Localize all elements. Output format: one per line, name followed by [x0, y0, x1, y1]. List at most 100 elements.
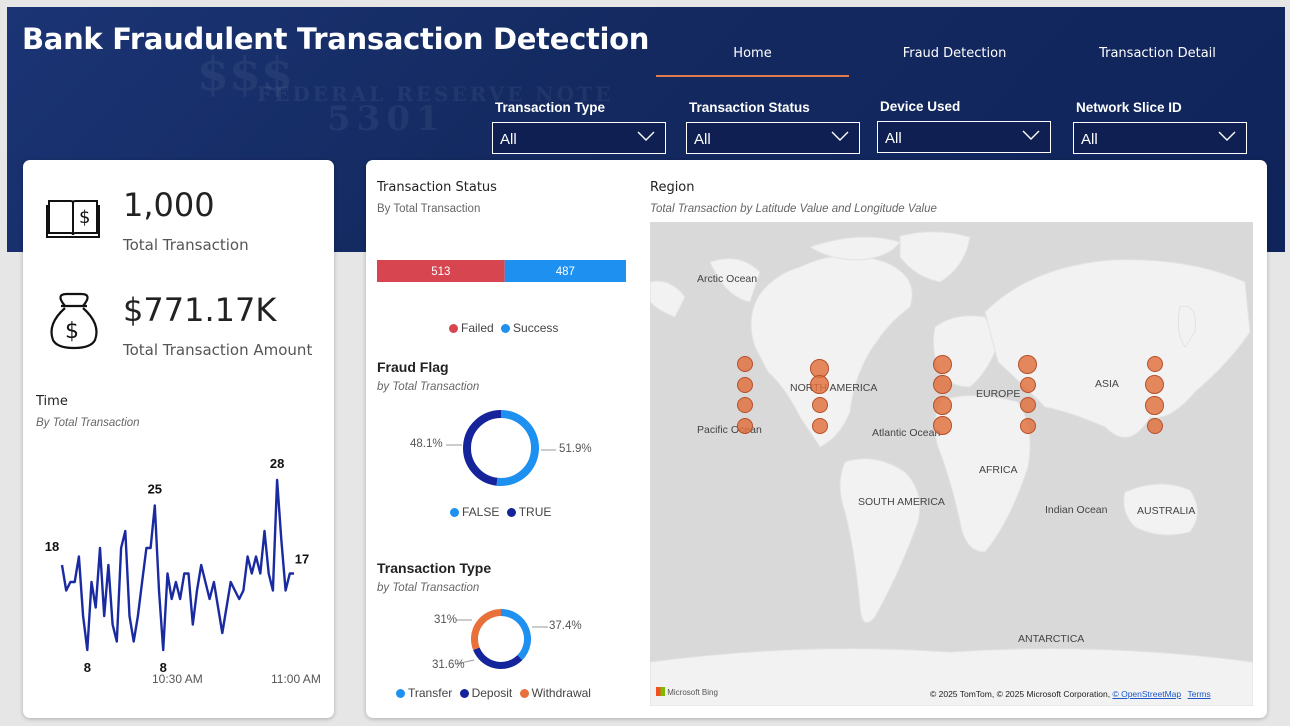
- legend-swatch: [450, 508, 459, 517]
- map-label: AUSTRALIA: [1137, 505, 1196, 517]
- filter-value: All: [500, 131, 517, 148]
- ledger-dollar-icon: $: [46, 200, 100, 238]
- filter-value: All: [885, 130, 902, 147]
- time-line-chart[interactable]: 18258 82817: [23, 450, 334, 690]
- filter-label-transaction-type: Transaction Type: [495, 100, 606, 115]
- map-bubble[interactable]: [932, 395, 952, 415]
- chevron-down-icon: [637, 131, 655, 141]
- time-chart-title: Time: [36, 394, 68, 409]
- type-label-deposit: 31.6%: [432, 659, 465, 671]
- map-label: ANTARCTICA: [1018, 633, 1085, 645]
- filter-network-slice-id[interactable]: All: [1073, 122, 1247, 154]
- map-bubble[interactable]: [811, 417, 828, 434]
- time-series-line[interactable]: [60, 478, 294, 652]
- filter-transaction-status[interactable]: All: [686, 122, 860, 154]
- banknote-watermark-serial: 5301: [327, 99, 446, 139]
- status-chart-subtitle: By Total Transaction: [377, 203, 481, 215]
- region-map-subtitle: Total Transaction by Latitude Value and …: [650, 203, 937, 215]
- region-map[interactable]: Arctic Ocean NORTH AMERICA EUROPE ASIA P…: [650, 222, 1253, 706]
- map-label: NORTH AMERICA: [790, 382, 878, 394]
- terms-link[interactable]: Terms: [1187, 689, 1210, 699]
- map-bubble[interactable]: [736, 397, 753, 414]
- chevron-down-icon: [1218, 131, 1236, 141]
- time-chart-subtitle: By Total Transaction: [36, 417, 140, 429]
- world-landmass: [650, 231, 1253, 706]
- map-bubble[interactable]: [736, 417, 753, 434]
- data-label: 18: [45, 539, 59, 554]
- map-bubble[interactable]: [1146, 417, 1163, 434]
- legend-swatch: [501, 324, 511, 333]
- tab-home[interactable]: Home: [656, 46, 849, 61]
- osm-link[interactable]: © OpenStreetMap: [1112, 689, 1181, 699]
- region-map-title: Region: [650, 180, 695, 195]
- fraud-leader-lines: [446, 444, 556, 451]
- map-bubble[interactable]: [1145, 395, 1165, 415]
- filter-label-network-slice-id: Network Slice ID: [1076, 100, 1182, 115]
- fraud-label-true: 48.1%: [410, 438, 443, 450]
- map-label: Atlantic Ocean: [872, 427, 941, 439]
- legend-true: TRUE: [518, 505, 552, 519]
- type-label-withdrawal: 31%: [434, 614, 458, 626]
- status-stacked-bar[interactable]: 513 487: [377, 260, 626, 282]
- legend-withdrawal: Withdrawal: [531, 686, 591, 700]
- status-legend: Failed Success: [449, 321, 558, 335]
- map-bubble[interactable]: [1018, 354, 1037, 374]
- legend-success: Success: [513, 321, 559, 335]
- fraud-label-false: 51.9%: [559, 443, 592, 455]
- map-label: SOUTH AMERICA: [858, 496, 945, 508]
- svg-text:$: $: [65, 319, 79, 344]
- tab-fraud-detection[interactable]: Fraud Detection: [858, 46, 1051, 61]
- filter-value: All: [1081, 131, 1098, 148]
- map-label: Arctic Ocean: [697, 273, 758, 285]
- legend-swatch: [396, 689, 405, 698]
- active-tab-indicator: [656, 75, 849, 77]
- tab-transaction-detail[interactable]: Transaction Detail: [1061, 46, 1254, 61]
- page-title: Bank Fraudulent Transaction Detection: [22, 22, 650, 56]
- map-bubble[interactable]: [932, 375, 952, 395]
- type-chart-title: Transaction Type: [377, 560, 492, 576]
- chevron-down-icon: [831, 131, 849, 141]
- data-label: 28: [270, 456, 284, 471]
- bar-value-label: 513: [431, 266, 450, 278]
- map-bubble[interactable]: [1019, 417, 1036, 434]
- kpi-total-amount-value: $771.17K: [123, 291, 277, 329]
- svg-text:$: $: [79, 207, 90, 228]
- data-label: 25: [148, 482, 162, 497]
- bing-brand: Microsoft Bing: [656, 687, 718, 697]
- fraud-legend: FALSE TRUE: [450, 505, 551, 519]
- type-label-transfer: 37.4%: [549, 620, 582, 632]
- legend-swatch: [459, 689, 469, 698]
- kpi-card: $ 1,000 Total Transaction $ $771.17K Tot…: [23, 160, 334, 718]
- legend-transfer: Transfer: [408, 686, 453, 700]
- data-label: 8: [84, 660, 91, 675]
- type-chart-subtitle: by Total Transaction: [377, 582, 480, 594]
- data-label: 17: [295, 552, 309, 567]
- bing-brand-label: Microsoft Bing: [667, 688, 718, 697]
- filter-transaction-type[interactable]: All: [492, 122, 666, 154]
- chevron-down-icon: [1022, 130, 1040, 140]
- x-tick-label: 10:30 AM: [152, 672, 203, 686]
- filter-label-transaction-status: Transaction Status: [689, 100, 810, 115]
- map-bubble[interactable]: [1019, 376, 1036, 393]
- map-bubble[interactable]: [932, 416, 952, 436]
- fraud-chart-title: Fraud Flag: [377, 359, 449, 375]
- legend-swatch: [506, 508, 516, 517]
- status-chart-title: Transaction Status: [377, 180, 497, 195]
- map-label: EUROPE: [976, 388, 1021, 400]
- legend-swatch: [519, 689, 529, 698]
- filter-device-used[interactable]: All: [877, 121, 1051, 153]
- map-bubble[interactable]: [736, 356, 753, 373]
- type-leader-lines: [456, 619, 548, 665]
- filter-value: All: [694, 131, 711, 148]
- map-label: Indian Ocean: [1045, 504, 1108, 516]
- type-legend: Transfer Deposit Withdrawal: [396, 686, 591, 700]
- legend-deposit: Deposit: [471, 686, 513, 700]
- map-bubble[interactable]: [736, 376, 753, 393]
- fraud-chart-subtitle: by Total Transaction: [377, 381, 480, 393]
- map-label: AFRICA: [979, 464, 1018, 476]
- map-attribution: © 2025 TomTom, © 2025 Microsoft Corporat…: [930, 689, 1211, 699]
- map-bubble[interactable]: [932, 354, 952, 374]
- money-bag-icon: $: [50, 292, 98, 350]
- kpi-total-amount-label: Total Transaction Amount: [123, 341, 313, 359]
- map-bubble[interactable]: [1019, 397, 1036, 414]
